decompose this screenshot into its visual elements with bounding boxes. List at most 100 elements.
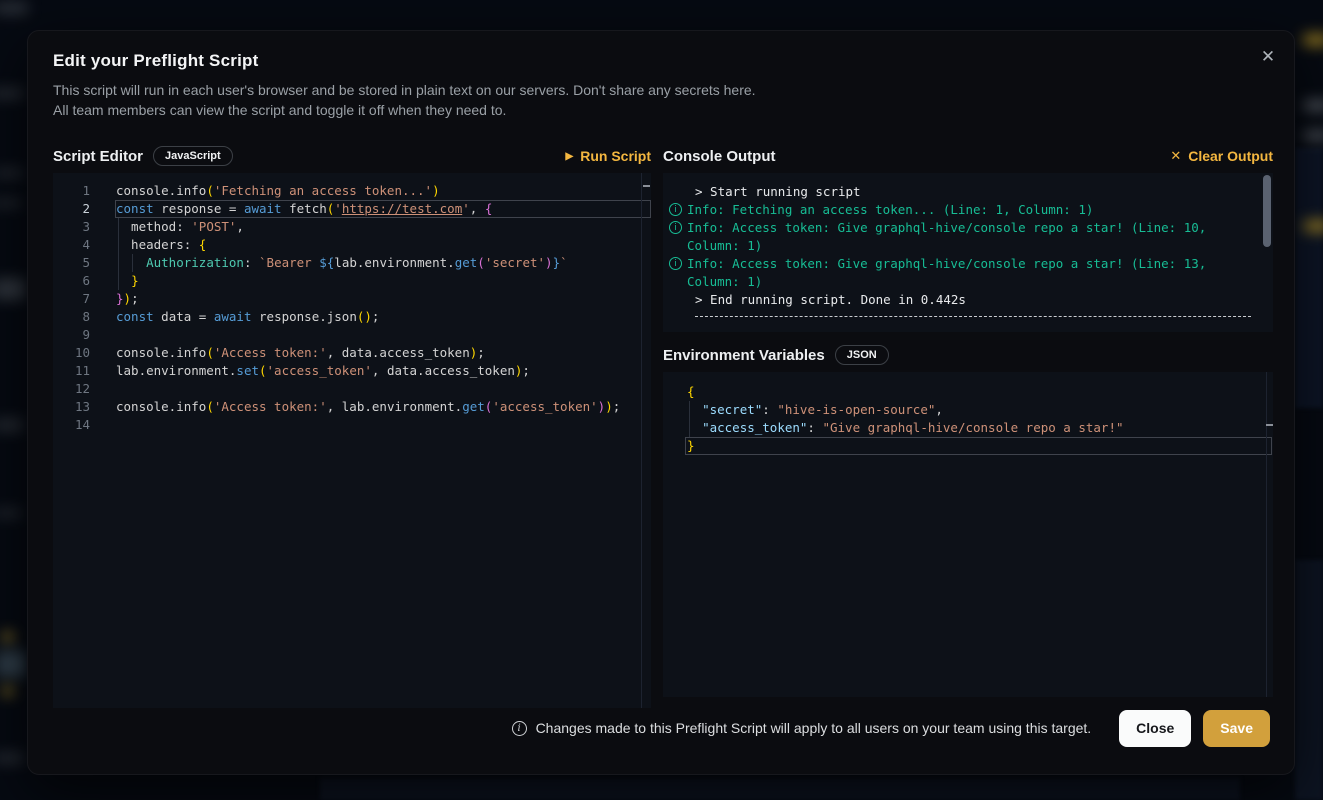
backdrop-blob — [0, 752, 24, 764]
console-entry: > Start running script — [669, 183, 1259, 201]
backdrop-panel — [1295, 148, 1323, 408]
modal-footer: i Changes made to this Preflight Script … — [52, 709, 1270, 747]
backdrop-blob — [1303, 130, 1323, 141]
play-icon: ▶ — [566, 151, 574, 162]
console-entry: iInfo: Fetching an access token... (Line… — [669, 201, 1259, 219]
console-entry-text: Info: Access token: Give graphql-hive/co… — [687, 255, 1259, 291]
code-text: console.info('Fetching an access token..… — [116, 182, 651, 200]
backdrop-blob — [0, 278, 26, 300]
editor-overview-mark — [643, 185, 650, 187]
script-editor-section: Script Editor JavaScript ▶ Run Script 1c… — [53, 143, 651, 708]
console-output-title: Console Output — [663, 148, 776, 165]
backdrop-panel — [320, 778, 1240, 800]
code-line[interactable]: 2const response = await fetch('https://t… — [53, 200, 651, 218]
editor-scrollbar-track[interactable] — [641, 173, 642, 708]
indent-guide — [689, 419, 690, 437]
code-line[interactable]: 14 — [53, 416, 651, 434]
console-scrollbar-thumb[interactable] — [1263, 175, 1271, 247]
footer-notice-text: Changes made to this Preflight Script wi… — [536, 720, 1092, 736]
env-json-line[interactable]: { — [663, 383, 1273, 401]
environment-variables-editor[interactable]: { "secret": "hive-is-open-source", "acce… — [663, 372, 1273, 697]
indent-guide — [118, 218, 119, 236]
modal-description-line1: This script will run in each user's brow… — [53, 80, 1269, 100]
line-number: 10 — [53, 344, 116, 362]
line-number: 3 — [53, 218, 116, 236]
console-separator — [695, 316, 1251, 317]
code-text: console.info('Access token:', lab.enviro… — [116, 398, 651, 416]
console-output-panel[interactable]: > Start running scriptiInfo: Fetching an… — [663, 173, 1273, 332]
backdrop-blob — [0, 418, 24, 432]
line-number: 1 — [53, 182, 116, 200]
backdrop-blob — [2, 632, 14, 642]
indent-guide — [118, 272, 119, 290]
run-script-label: Run Script — [580, 148, 651, 164]
code-text — [116, 326, 651, 344]
code-line[interactable]: 5 Authorization: `Bearer ${lab.environme… — [53, 254, 651, 272]
code-line[interactable]: 11lab.environment.set('access_token', da… — [53, 362, 651, 380]
info-icon: i — [512, 721, 527, 736]
modal-title: Edit your Preflight Script — [53, 51, 1269, 71]
environment-variables-title: Environment Variables — [663, 347, 825, 364]
console-entry: iInfo: Access token: Give graphql-hive/c… — [669, 219, 1259, 255]
code-text: headers: { — [116, 236, 651, 254]
code-line[interactable]: 7}); — [53, 290, 651, 308]
clear-icon: ✕ — [1170, 148, 1181, 164]
modal-description-line2: All team members can view the script and… — [53, 100, 1269, 120]
save-button[interactable]: Save — [1203, 710, 1270, 747]
preflight-script-modal: ✕ Edit your Preflight Script This script… — [27, 30, 1295, 775]
code-text: const response = await fetch('https://te… — [116, 200, 651, 218]
console-entry: > End running script. Done in 0.442s — [669, 291, 1259, 309]
json-badge: JSON — [835, 345, 889, 365]
code-text — [116, 380, 651, 398]
backdrop-panel — [1295, 560, 1323, 800]
code-line[interactable]: 4 headers: { — [53, 236, 651, 254]
line-number: 6 — [53, 272, 116, 290]
script-editor-title: Script Editor — [53, 148, 143, 165]
language-badge: JavaScript — [153, 146, 233, 166]
code-line[interactable]: 8const data = await response.json(); — [53, 308, 651, 326]
info-circle-icon: i — [669, 221, 682, 234]
indent-guide — [118, 236, 119, 254]
console-entry-text: > End running script. Done in 0.442s — [669, 291, 1259, 309]
code-text: Authorization: `Bearer ${lab.environment… — [116, 254, 651, 272]
code-text: const data = await response.json(); — [116, 308, 651, 326]
backdrop-blob — [1303, 100, 1323, 111]
right-column: Console Output ✕ Clear Output > Start ru… — [663, 143, 1273, 697]
code-line[interactable]: 10console.info('Access token:', data.acc… — [53, 344, 651, 362]
code-line[interactable]: 6 } — [53, 272, 651, 290]
line-number: 14 — [53, 416, 116, 434]
line-number: 11 — [53, 362, 116, 380]
code-text: method: 'POST', — [116, 218, 651, 236]
line-number: 7 — [53, 290, 116, 308]
script-code-editor[interactable]: 1console.info('Fetching an access token.… — [53, 173, 651, 708]
backdrop-blob — [0, 508, 22, 518]
clear-output-button[interactable]: ✕ Clear Output — [1170, 148, 1273, 164]
run-script-button[interactable]: ▶ Run Script — [566, 148, 651, 164]
clear-output-label: Clear Output — [1188, 148, 1273, 164]
code-line[interactable]: 9 — [53, 326, 651, 344]
info-circle-icon: i — [669, 203, 682, 216]
env-json-line[interactable]: } — [663, 437, 1273, 455]
line-number: 13 — [53, 398, 116, 416]
close-icon[interactable]: ✕ — [1256, 45, 1280, 69]
backdrop-blob — [0, 88, 24, 99]
env-json-line[interactable]: "secret": "hive-is-open-source", — [663, 401, 1273, 419]
code-line[interactable]: 1console.info('Fetching an access token.… — [53, 182, 651, 200]
env-json-line[interactable]: "access_token": "Give graphql-hive/conso… — [663, 419, 1273, 437]
code-line[interactable]: 3 method: 'POST', — [53, 218, 651, 236]
modal-description: This script will run in each user's brow… — [53, 80, 1269, 120]
console-entry: i Info: Access token: Give graphql-hive/c… — [669, 255, 1259, 291]
code-text — [116, 416, 651, 434]
close-button[interactable]: Close — [1119, 710, 1191, 747]
backdrop-blob — [1303, 220, 1323, 232]
code-line[interactable]: 13console.info('Access token:', lab.envi… — [53, 398, 651, 416]
line-number: 4 — [53, 236, 116, 254]
indent-guide — [132, 254, 133, 272]
backdrop-blob — [0, 650, 26, 678]
info-circle-icon: i — [669, 257, 682, 270]
env-scrollbar-track[interactable] — [1266, 372, 1267, 697]
code-text: } — [116, 272, 651, 290]
code-line[interactable]: 12 — [53, 380, 651, 398]
code-text: console.info('Access token:', data.acces… — [116, 344, 651, 362]
backdrop-blob — [0, 198, 22, 208]
